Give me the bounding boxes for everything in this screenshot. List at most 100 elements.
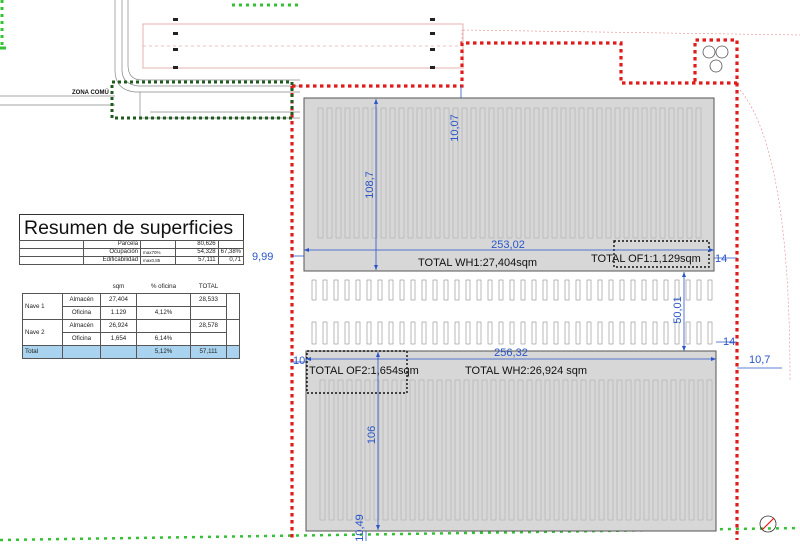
truck-bay: [542, 279, 548, 301]
dim-right-gap-top: 14: [715, 253, 727, 265]
truck-bay: [575, 321, 581, 345]
table-header-row: sqm % oficina TOTAL: [23, 281, 240, 294]
total-label: Total: [22, 345, 63, 359]
truck-bay: [355, 321, 361, 345]
truck-bay: [553, 279, 559, 301]
zona-comu-label: ZONA COMÚ: [72, 89, 109, 96]
oficina-label: Oficina: [62, 332, 101, 346]
oficina-label: Oficina: [62, 306, 101, 320]
truck-bay: [476, 279, 482, 301]
row-extra: 67,38%: [217, 248, 245, 257]
truck-bay: [608, 321, 614, 345]
dim-left-gap-2: 10: [293, 355, 305, 367]
truck-bay: [388, 321, 394, 345]
truck-bay: [663, 321, 669, 345]
truck-bay: [322, 279, 328, 301]
truck-bay: [663, 279, 669, 301]
nave-total: 28,578: [190, 319, 227, 333]
dim-wh2-width: 256,32: [494, 347, 528, 359]
table-row: Nave 1 Almacén 27,404 28,533: [22, 293, 240, 320]
truck-bay: [685, 321, 691, 345]
truck-bay: [707, 279, 713, 301]
row-label: Parcela: [83, 240, 142, 249]
total-pct: 5,12%: [136, 345, 191, 359]
truck-bay: [410, 321, 416, 345]
truck-bay: [652, 279, 658, 301]
truck-bay: [619, 321, 625, 345]
truck-bay: [465, 279, 471, 301]
truck-bay: [542, 321, 548, 345]
row-extra: [217, 240, 245, 249]
tank-icon: [709, 59, 723, 73]
dim-wh1-width: 253,02: [491, 239, 525, 251]
label-total-of2: TOTAL OF2:1,654sqm: [309, 365, 419, 377]
truck-bay: [333, 279, 339, 301]
dim-yard-depth: 50,01: [672, 296, 684, 324]
truck-bay: [421, 279, 427, 301]
truck-bay: [322, 321, 328, 345]
truck-bay: [311, 279, 317, 301]
row-value: 54,328: [174, 248, 219, 257]
dim-wh1-height: 108,7: [364, 171, 376, 199]
truck-bay: [630, 321, 636, 345]
truck-bay: [586, 279, 592, 301]
dim-left-gap: 9,99: [252, 251, 273, 263]
site-plan-drawing: ZONA COMÚ 108,7 10,07 253,02 9,99 14 50,…: [0, 0, 800, 542]
almacen-label: Almacén: [62, 293, 101, 307]
row-note: max70%: [140, 248, 176, 257]
truck-bay: [575, 279, 581, 301]
truck-bay: [531, 321, 537, 345]
truck-bay: [311, 321, 317, 345]
dim-right-offset: 10,7: [749, 354, 770, 366]
truck-bay: [388, 279, 394, 301]
row-extra: 0,71: [217, 256, 245, 265]
truck-bay: [564, 321, 570, 345]
label-total-of1: TOTAL OF1:1,129sqm: [591, 253, 701, 265]
truck-bay: [652, 321, 658, 345]
truck-bay: [410, 279, 416, 301]
tank-icon: [702, 45, 716, 59]
truck-bay: [487, 279, 493, 301]
nave-total: 28,533: [190, 293, 227, 307]
truck-bay: [608, 279, 614, 301]
truck-bay: [498, 321, 504, 345]
truck-bay: [696, 279, 702, 301]
table-row: Parcela 80,626: [18, 240, 245, 249]
truck-bay: [377, 321, 383, 345]
truck-bay: [399, 321, 405, 345]
total-value: 57,111: [190, 345, 227, 359]
truck-bay: [454, 321, 460, 345]
truck-bay: [597, 321, 603, 345]
truck-bay: [333, 321, 339, 345]
truck-bay: [674, 321, 680, 345]
almacen-label: Almacén: [62, 319, 101, 333]
summary-table: Parcela 80,626 Ocupación max70% 54,328 6…: [18, 240, 245, 265]
truck-bay: [498, 279, 504, 301]
dim-right-gap-mid: 14: [723, 336, 735, 348]
truck-bay: [586, 321, 592, 345]
nave-name: Nave 2: [22, 319, 63, 346]
truck-bay: [366, 321, 372, 345]
table-row: Nave 2 Almacén 26,924 28,578: [22, 319, 240, 346]
tank-icon: [715, 45, 729, 59]
truck-bay: [399, 279, 405, 301]
truck-yard: [311, 279, 713, 345]
parking-markers: [173, 18, 435, 69]
header-total: TOTAL: [198, 283, 219, 290]
access-road: [0, 0, 300, 119]
truck-bay: [619, 279, 625, 301]
truck-bay: [509, 279, 515, 301]
truck-bay: [630, 279, 636, 301]
dim-bottom-gap: 10,49: [354, 514, 366, 542]
truck-bay: [432, 279, 438, 301]
truck-bay: [696, 321, 702, 345]
row-note: max0,85: [140, 256, 176, 265]
truck-bay: [377, 279, 383, 301]
truck-bay: [355, 279, 361, 301]
truck-bay: [509, 321, 515, 345]
truck-bay: [531, 279, 537, 301]
zona-comu-boundary: [110, 80, 294, 120]
oficina-pct: 6,14%: [136, 332, 191, 346]
truck-bay: [487, 321, 493, 345]
summary-panel: Resumen de superficies Parcela 80,626 Oc…: [18, 214, 245, 265]
